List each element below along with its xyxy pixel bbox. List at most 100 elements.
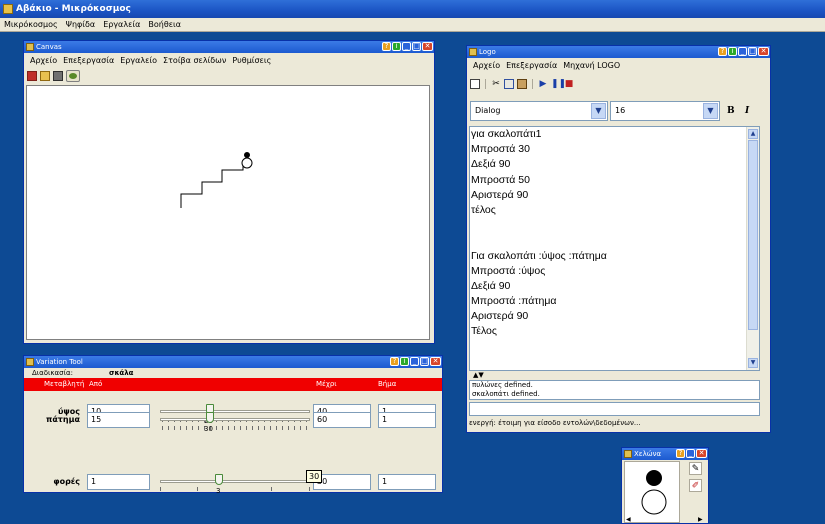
maximize-button[interactable]: □ — [420, 357, 429, 366]
logo-menu-file[interactable]: Αρχείο — [470, 60, 503, 72]
stop-icon[interactable]: ■ — [564, 79, 574, 89]
canvas-menu-tool[interactable]: Εργαλείο — [117, 55, 160, 67]
from-input[interactable]: 15 — [87, 412, 150, 428]
help-button[interactable]: ? — [390, 357, 399, 366]
run-icon[interactable]: ▶ — [538, 79, 548, 89]
variation-tool-window: Variation Tool ? i _ □ ✕ Διαδικασία: σκά… — [23, 355, 443, 496]
info-button[interactable]: i — [392, 42, 401, 51]
turtle-icon[interactable] — [66, 70, 80, 82]
scroll-thumb[interactable] — [748, 140, 758, 330]
app-title: Αβάκιο - Μικρόκοσμος — [16, 4, 131, 14]
minimize-button[interactable]: _ — [738, 47, 747, 56]
close-button[interactable]: ✕ — [422, 42, 433, 51]
scroll-down-icon[interactable]: ▼ — [748, 358, 758, 368]
new-file-icon[interactable] — [470, 79, 480, 89]
toolbar-separator — [532, 79, 533, 89]
logo-window-icon — [469, 48, 477, 56]
info-button[interactable]: i — [400, 357, 409, 366]
close-button[interactable]: ✕ — [758, 47, 769, 56]
canvas-menu-edit[interactable]: Επεξεργασία — [60, 55, 117, 67]
menu-ergaleia[interactable]: Εργαλεία — [99, 18, 144, 31]
code-line: Για σκαλοπάτι :ύψος :πάτημα — [471, 249, 607, 262]
menu-mikrokosmos[interactable]: Μικρόκοσμος — [0, 18, 62, 31]
bold-button[interactable]: B — [727, 106, 735, 116]
logo-menu-edit[interactable]: Επεξεργασία — [503, 60, 560, 72]
minimize-button[interactable]: _ — [402, 42, 411, 51]
italic-button[interactable]: I — [745, 106, 749, 116]
canvas-menu-file[interactable]: Αρχείο — [27, 55, 60, 67]
turtle-title-bar[interactable]: Χελώνα ? _ ✕ — [622, 448, 708, 460]
turtle-head-marker — [646, 470, 662, 486]
close-button[interactable]: ✕ — [430, 357, 441, 366]
code-editor[interactable]: για σκαλοπάτι1 Μπροστά 30 Δεξιά 90 Μπροστά… — [469, 126, 760, 371]
open-folder-icon[interactable] — [40, 71, 50, 81]
cut-icon[interactable]: ✂ — [491, 79, 501, 89]
logo-menu-engine[interactable]: Μηχανή LOGO — [560, 60, 623, 72]
minimize-button[interactable]: _ — [410, 357, 419, 366]
scroll-up-icon[interactable]: ▲ — [748, 129, 758, 139]
app-title-bar[interactable]: Αβάκιο - Μικρόκοσμος — [0, 0, 825, 18]
app-menu-bar: Μικρόκοσμος Ψηφίδα Εργαλεία Βοήθεια — [0, 18, 825, 32]
turtle-shape — [641, 470, 667, 515]
paste-icon[interactable] — [517, 79, 527, 89]
variation-tool-title-bar[interactable]: Variation Tool ? i _ □ ✕ — [24, 356, 442, 368]
copy-icon[interactable] — [504, 79, 514, 89]
step-input[interactable]: 1 — [378, 412, 436, 428]
eraser-icon[interactable]: ✐ — [689, 479, 702, 492]
scroll-left-icon[interactable]: ◀ — [626, 516, 631, 523]
font-name-select[interactable]: Dialog ▼ — [470, 101, 608, 121]
value-slider[interactable] — [160, 418, 310, 421]
to-input[interactable]: 60 — [313, 412, 371, 428]
canvas-menu-bar: Αρχείο Επεξεργασία Εργαλείο Στοίβα σελίδ… — [24, 55, 434, 67]
canvas-window-icon — [26, 43, 34, 51]
turtle-position-marker — [241, 157, 253, 169]
menu-psifida[interactable]: Ψηφίδα — [62, 18, 100, 31]
pause-icon[interactable]: ❚❚ — [551, 79, 566, 89]
procedure-name: σκάλα — [109, 369, 134, 377]
chevron-down-icon[interactable]: ▼ — [703, 103, 718, 119]
step-input[interactable]: 1 — [378, 474, 436, 490]
chevron-down-icon[interactable]: ▼ — [591, 103, 606, 119]
logo-title-bar[interactable]: Logo ? i _ □ ✕ — [467, 46, 770, 58]
minimize-button[interactable]: _ — [686, 449, 695, 458]
slider-tick — [309, 487, 310, 491]
canvas-title-bar[interactable]: Canvas ? i _ □ ✕ — [24, 41, 434, 53]
drawing-canvas[interactable] — [26, 85, 430, 340]
header-to: Μέχρι — [316, 380, 337, 388]
menu-voitheia[interactable]: Βοήθεια — [144, 18, 185, 31]
value-slider[interactable] — [160, 480, 310, 483]
help-button[interactable]: ? — [718, 47, 727, 56]
font-size-select[interactable]: 16 ▼ — [610, 101, 720, 121]
command-input[interactable] — [469, 402, 760, 416]
pen-icon[interactable]: ✎ — [689, 462, 702, 475]
help-button[interactable]: ? — [676, 449, 685, 458]
slider-thumb[interactable] — [206, 412, 214, 423]
turtle-body-marker — [641, 489, 667, 515]
canvas-menu-page-stack[interactable]: Στοίβα σελίδων — [160, 55, 229, 67]
variable-row-fores: φορές 1 3 30 1 — [24, 474, 442, 496]
slider-thumb[interactable] — [215, 474, 223, 485]
new-page-icon[interactable] — [27, 71, 37, 81]
from-input[interactable]: 1 — [87, 474, 150, 490]
splitter-arrows-icon[interactable]: ▲▼ — [473, 372, 484, 379]
help-button[interactable]: ? — [382, 42, 391, 51]
turtle-window: Χελώνα ? _ ✕ ✎ ✐ ◀ ▶ — [621, 447, 709, 524]
maximize-button[interactable]: □ — [412, 42, 421, 51]
turtle-head-marker — [244, 152, 250, 158]
close-button[interactable]: ✕ — [696, 449, 707, 458]
maximize-button[interactable]: □ — [748, 47, 757, 56]
code-line: Αριστερά 90 — [471, 188, 529, 201]
canvas-menu-settings[interactable]: Ρυθμίσεις — [229, 55, 274, 67]
code-line: Δεξιά 90 — [471, 279, 511, 292]
code-lines: για σκαλοπάτι1 Μπροστά 30 Δεξιά 90 Μπροστά… — [470, 127, 759, 340]
scroll-right-icon[interactable]: ▶ — [698, 516, 703, 523]
header-variable: Μεταβλητή — [44, 380, 85, 388]
slider-value: 30 — [204, 425, 213, 433]
message-line: πυλώνες defined. — [472, 381, 533, 389]
code-scrollbar[interactable]: ▲ ▼ — [746, 127, 759, 370]
print-icon[interactable] — [53, 71, 63, 81]
turtle-preview[interactable] — [624, 461, 680, 523]
logo-toolbar: ✂ ▶ ❚❚ ■ — [467, 77, 770, 91]
info-button[interactable]: i — [728, 47, 737, 56]
